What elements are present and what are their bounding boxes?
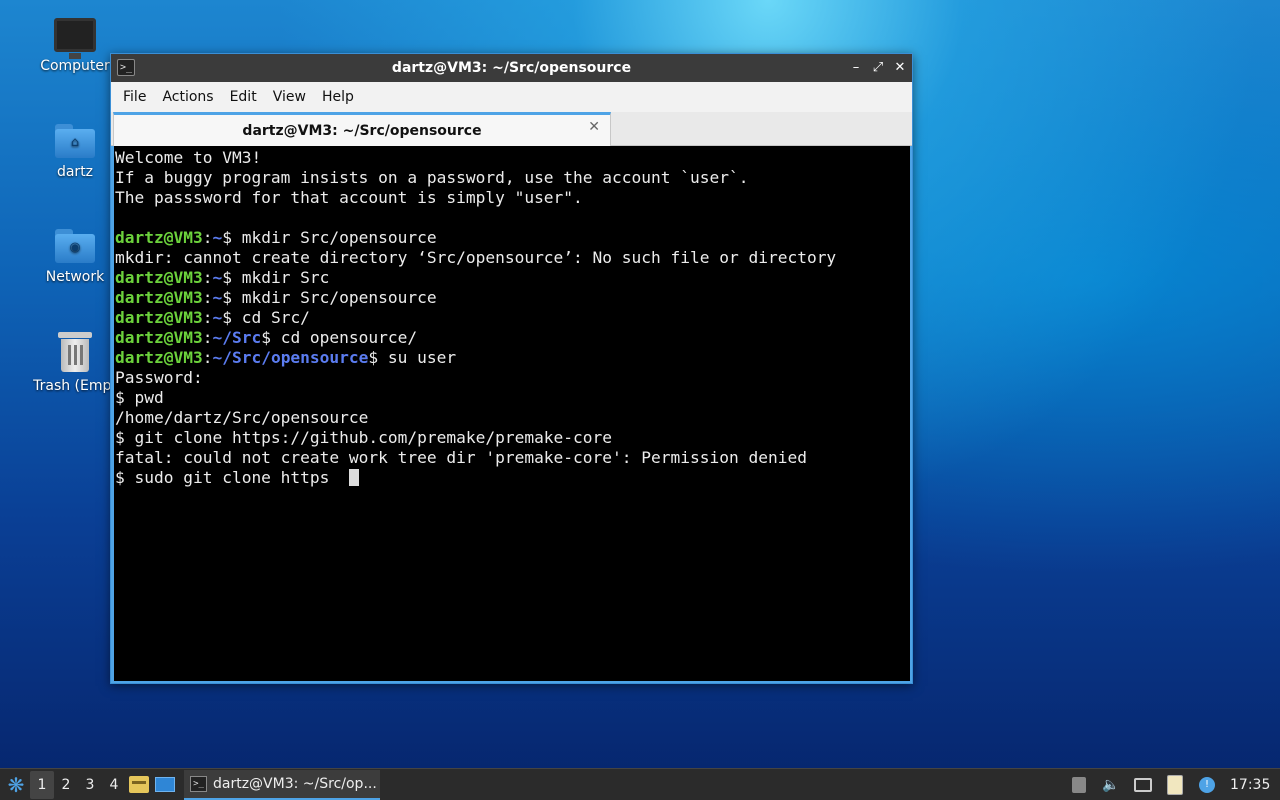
update-icon[interactable]: ! bbox=[1198, 776, 1216, 794]
tab-bar: dartz@VM3: ~/Src/opensource ✕ bbox=[111, 112, 912, 146]
terminal-line: $ pwd bbox=[115, 388, 910, 408]
monitor-icon bbox=[54, 18, 96, 59]
volume-icon[interactable]: 🔈 bbox=[1102, 776, 1120, 794]
menu-edit[interactable]: Edit bbox=[222, 89, 265, 105]
terminal-line: fatal: could not create work tree dir 'p… bbox=[115, 448, 910, 468]
workspace-3[interactable]: 3 bbox=[78, 771, 102, 799]
workspace-2[interactable]: 2 bbox=[54, 771, 78, 799]
prompt-user: dartz@VM3 bbox=[115, 308, 203, 327]
prompt-command: $ su user bbox=[368, 348, 457, 367]
terminal-output[interactable]: Welcome to VM3! If a buggy program insist… bbox=[114, 146, 910, 681]
terminal-icon: >_ bbox=[190, 775, 207, 792]
minimize-button[interactable]: – bbox=[850, 58, 862, 78]
taskbar: ❋ 1 2 3 4 >_ dartz@VM3: ~/Src/op... 🔈 ! … bbox=[0, 768, 1280, 800]
prompt-path: ~/Src bbox=[212, 328, 262, 347]
terminal-line: /home/dartz/Src/opensource bbox=[115, 408, 910, 428]
window-titlebar[interactable]: >_ dartz@VM3: ~/Src/opensource – ⤢ ✕ bbox=[111, 54, 912, 82]
terminal-prompt-line: dartz@VM3:~$ cd Src/ bbox=[115, 308, 910, 328]
terminal-prompt-line: dartz@VM3:~$ mkdir Src bbox=[115, 268, 910, 288]
prompt-command: $ mkdir Src bbox=[222, 268, 330, 287]
terminal-line: The passsword for that account is simply… bbox=[115, 188, 910, 208]
prompt-command: $ mkdir Src/opensource bbox=[222, 228, 437, 247]
prompt-separator: : bbox=[202, 328, 213, 347]
prompt-path: ~ bbox=[212, 308, 223, 327]
terminal-line: $ git clone https://github.com/premake/p… bbox=[115, 428, 910, 448]
tab-terminal[interactable]: dartz@VM3: ~/Src/opensource ✕ bbox=[113, 112, 611, 146]
prompt-path: ~ bbox=[212, 268, 223, 287]
terminal-text: fatal: could not create work tree dir 'p… bbox=[115, 448, 807, 467]
terminal-prompt-line: dartz@VM3:~$ mkdir Src/opensource bbox=[115, 288, 910, 308]
window-title: dartz@VM3: ~/Src/opensource bbox=[391, 60, 632, 76]
prompt-separator: : bbox=[202, 228, 213, 247]
terminal-text: If a buggy program insists on a password… bbox=[115, 168, 749, 187]
terminal-text: mkdir: cannot create directory ‘Src/open… bbox=[115, 248, 837, 267]
maximize-button[interactable]: ⤢ bbox=[872, 58, 884, 78]
prompt-path: ~/Src/opensource bbox=[212, 348, 369, 367]
window-controls: – ⤢ ✕ bbox=[850, 58, 906, 78]
terminal-text: Welcome to VM3! bbox=[115, 148, 262, 167]
terminal-text: /home/dartz/Src/opensource bbox=[115, 408, 369, 427]
prompt-user: dartz@VM3 bbox=[115, 328, 203, 347]
menu-bar: File Actions Edit View Help bbox=[111, 82, 912, 112]
prompt-user: dartz@VM3 bbox=[115, 228, 203, 247]
system-tray: 🔈 ! 17:35 bbox=[1070, 774, 1280, 795]
workspace-1[interactable]: 1 bbox=[30, 770, 54, 799]
terminal-prompt-line: dartz@VM3:~/Src/opensource$ su user bbox=[115, 348, 910, 368]
file-manager-icon bbox=[129, 776, 149, 793]
start-menu-icon[interactable]: ❋ bbox=[2, 771, 30, 799]
prompt-separator: : bbox=[202, 348, 213, 367]
home-folder-icon: ⌂ bbox=[55, 124, 95, 158]
terminal-line: Welcome to VM3! bbox=[115, 148, 910, 168]
tab-close-icon[interactable]: ✕ bbox=[588, 119, 600, 135]
prompt-separator: : bbox=[202, 288, 213, 307]
task-label: dartz@VM3: ~/Src/op... bbox=[213, 775, 377, 792]
prompt-user: dartz@VM3 bbox=[115, 268, 203, 287]
workspace-4[interactable]: 4 bbox=[102, 771, 126, 799]
terminal-window: >_ dartz@VM3: ~/Src/opensource – ⤢ ✕ Fil… bbox=[110, 53, 913, 684]
terminal-line: mkdir: cannot create directory ‘Src/open… bbox=[115, 248, 910, 268]
terminal-text: The passsword for that account is simply… bbox=[115, 188, 583, 207]
network-folder-icon: ◉ bbox=[55, 229, 95, 263]
terminal-text: $ sudo git clone https bbox=[115, 468, 349, 487]
prompt-path: ~ bbox=[212, 288, 223, 307]
clipboard-icon[interactable] bbox=[1166, 774, 1184, 795]
terminal-line: $ sudo git clone https bbox=[115, 468, 910, 488]
menu-help[interactable]: Help bbox=[314, 89, 362, 105]
text-cursor bbox=[348, 469, 359, 486]
menu-file[interactable]: File bbox=[115, 89, 154, 105]
prompt-user: dartz@VM3 bbox=[115, 288, 203, 307]
trash-icon bbox=[58, 332, 92, 372]
terminal-icon[interactable]: >_ bbox=[117, 59, 135, 76]
menu-actions[interactable]: Actions bbox=[154, 89, 221, 105]
network-icon[interactable] bbox=[1134, 776, 1152, 794]
prompt-command: $ mkdir Src/opensource bbox=[222, 288, 437, 307]
show-desktop-launcher[interactable] bbox=[152, 771, 178, 799]
taskbar-task-terminal[interactable]: >_ dartz@VM3: ~/Src/op... bbox=[184, 769, 380, 800]
file-manager-launcher[interactable] bbox=[126, 771, 152, 799]
prompt-separator: : bbox=[202, 308, 213, 327]
clock[interactable]: 17:35 bbox=[1230, 777, 1270, 793]
terminal-text: Password: bbox=[115, 368, 203, 387]
prompt-command: $ cd opensource/ bbox=[261, 328, 418, 347]
terminal-text: $ pwd bbox=[115, 388, 164, 407]
terminal-prompt-line: dartz@VM3:~/Src$ cd opensource/ bbox=[115, 328, 910, 348]
prompt-user: dartz@VM3 bbox=[115, 348, 203, 367]
prompt-path: ~ bbox=[212, 228, 223, 247]
terminal-line: Password: bbox=[115, 368, 910, 388]
close-button[interactable]: ✕ bbox=[894, 58, 906, 78]
tab-label: dartz@VM3: ~/Src/opensource bbox=[242, 122, 482, 139]
menu-view[interactable]: View bbox=[265, 89, 314, 105]
prompt-command: $ cd Src/ bbox=[222, 308, 310, 327]
prompt-separator: : bbox=[202, 268, 213, 287]
terminal-prompt-line: dartz@VM3:~$ mkdir Src/opensource bbox=[115, 228, 910, 248]
terminal-text: $ git clone https://github.com/premake/p… bbox=[115, 428, 613, 447]
eject-icon[interactable] bbox=[1070, 776, 1088, 794]
terminal-line: If a buggy program insists on a password… bbox=[115, 168, 910, 188]
desktop-icon bbox=[155, 777, 175, 792]
